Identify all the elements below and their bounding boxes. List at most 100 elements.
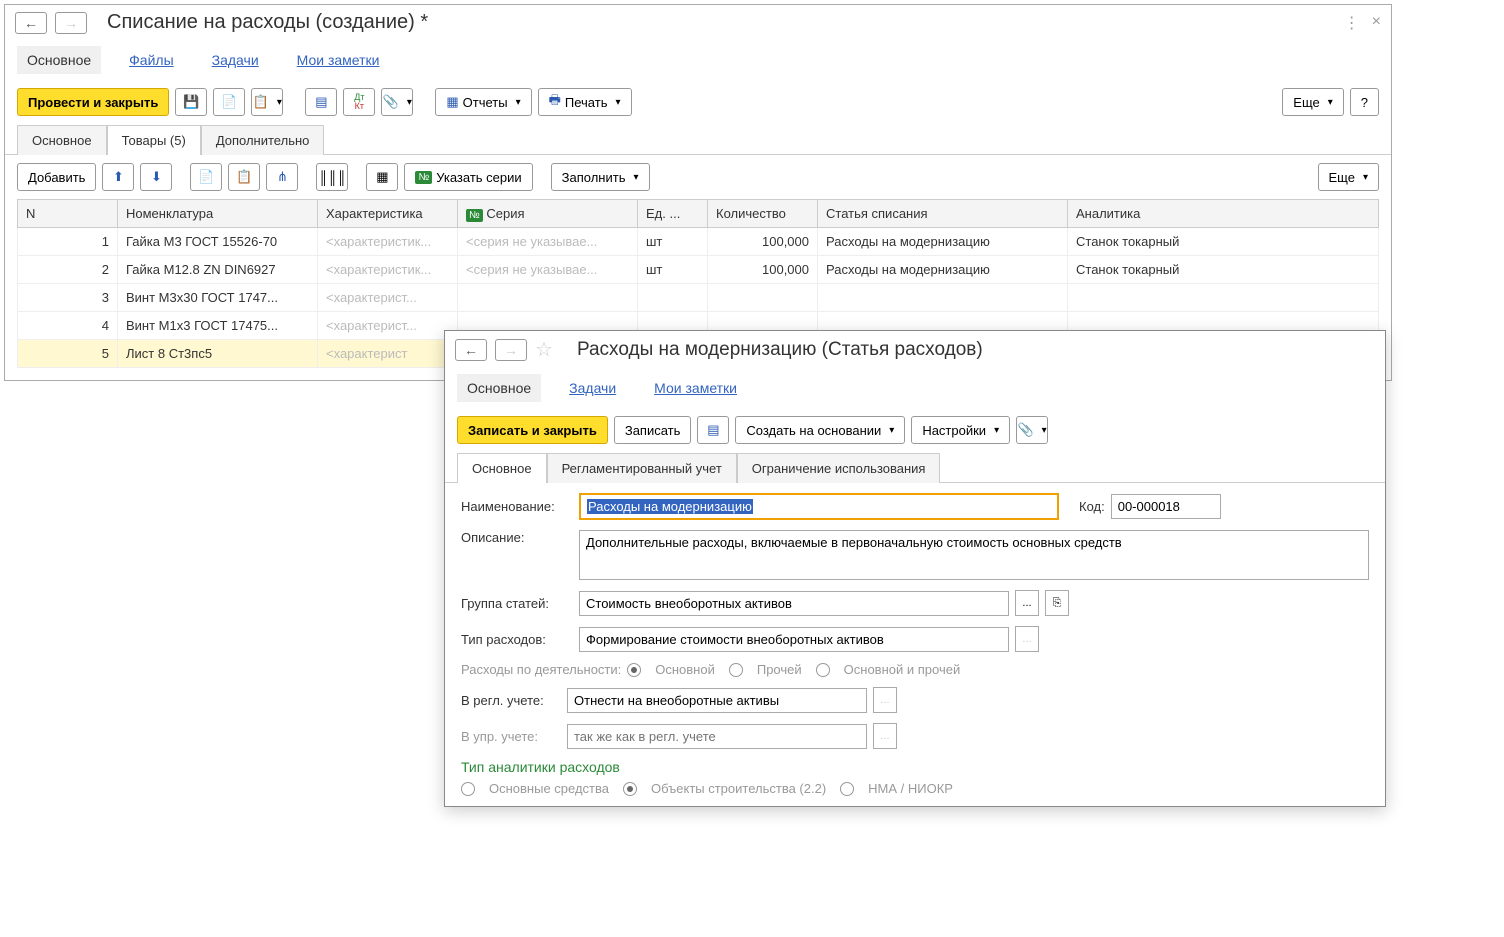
subtab-main[interactable]: Основное <box>17 125 107 155</box>
more-button[interactable]: Еще <box>1282 88 1343 116</box>
paste-button[interactable]: 📋 <box>228 163 260 191</box>
copy-icon: 📄 <box>198 169 214 185</box>
col-article[interactable]: Статья списания <box>818 200 1068 228</box>
dtkt-icon: ДтКт <box>354 93 364 111</box>
radio-analytics-obj <box>623 782 637 796</box>
tab-notes[interactable]: Мои заметки <box>287 46 390 74</box>
kebab-icon[interactable]: ⋮ <box>1344 13 1360 33</box>
dialog-tab-main[interactable]: Основное <box>457 374 541 402</box>
dialog-subtab-main[interactable]: Основное <box>457 453 547 483</box>
dialog-back-button[interactable]: ← <box>455 339 487 361</box>
col-nomen[interactable]: Номенклатура <box>118 200 318 228</box>
col-n[interactable]: N <box>18 200 118 228</box>
radio-activity-other <box>729 663 743 677</box>
group-input[interactable] <box>579 591 1009 616</box>
save-button[interactable]: 💾 <box>175 88 207 116</box>
table-row[interactable]: 2 Гайка М12.8 ZN DIN6927 <характеристик.… <box>18 256 1379 284</box>
tab-tasks[interactable]: Задачи <box>202 46 269 74</box>
main-window: ← → Списание на расходы (создание) * ⋮ ×… <box>4 4 1392 381</box>
label-upr: В упр. учете: <box>461 729 561 744</box>
star-icon[interactable]: ☆ <box>535 337 553 362</box>
subtab-goods[interactable]: Товары (5) <box>107 125 201 155</box>
radio-analytics-os <box>461 782 475 796</box>
tab-main[interactable]: Основное <box>17 46 101 74</box>
help-button[interactable]: ? <box>1350 88 1379 116</box>
fill-button[interactable]: Заполнить <box>551 163 650 191</box>
analytics-section-title: Тип аналитики расходов <box>461 759 1369 775</box>
paste-icon: 📋 <box>236 169 252 185</box>
table-header-row: N Номенклатура Характеристика № Серия Ед… <box>18 200 1379 228</box>
post-button[interactable]: 📄 <box>213 88 245 116</box>
label-regl: В регл. учете: <box>461 693 561 708</box>
move-up-button[interactable]: ⬆ <box>102 163 134 191</box>
add-button[interactable]: Добавить <box>17 163 96 191</box>
sub-tabs: Основное Товары (5) Дополнительно <box>5 124 1391 155</box>
back-button[interactable]: ← <box>15 12 47 34</box>
group-open-button[interactable]: ⎘ <box>1045 590 1069 616</box>
label-group: Группа статей: <box>461 596 573 611</box>
col-series[interactable]: № Серия <box>458 200 638 228</box>
arrow-up-icon: ⬆ <box>113 169 124 185</box>
label-desc: Описание: <box>461 530 573 545</box>
post-close-button[interactable]: Провести и закрыть <box>17 88 169 116</box>
reports-button[interactable]: Отчеты <box>435 88 531 116</box>
list-icon: ▤ <box>315 94 327 110</box>
dialog-tab-notes[interactable]: Мои заметки <box>644 374 747 402</box>
dialog-subtab-restrict[interactable]: Ограничение использования <box>737 453 941 483</box>
col-analytics[interactable]: Аналитика <box>1068 200 1379 228</box>
col-unit[interactable]: Ед. ... <box>638 200 708 228</box>
attach-icon: 📎 <box>383 94 399 110</box>
dialog-link-tabs: Основное Задачи Мои заметки <box>445 368 1385 408</box>
report-icon <box>446 94 458 110</box>
dtkt-button[interactable]: ДтКт <box>343 88 375 116</box>
type-input[interactable] <box>579 627 1009 652</box>
name-input[interactable]: Расходы на модернизацию <box>579 493 1059 520</box>
table-more-button[interactable]: Еще <box>1318 163 1379 191</box>
subtab-extra[interactable]: Дополнительно <box>201 125 325 155</box>
table-row[interactable]: 1 Гайка М3 ГОСТ 15526-70 <характеристик.… <box>18 228 1379 256</box>
type-select-button[interactable]: ... <box>1015 626 1039 652</box>
code-input[interactable] <box>1111 494 1221 519</box>
radio-activity-main <box>627 663 641 677</box>
dialog-subtab-regl[interactable]: Регламентированный учет <box>547 453 737 483</box>
col-qty[interactable]: Количество <box>708 200 818 228</box>
dialog-structure-button[interactable]: ▤ <box>697 416 729 444</box>
radio-analytics-nma <box>840 782 854 796</box>
analytics-radios: Основные средства Объекты строительства … <box>461 781 1369 796</box>
list-icon: ▤ <box>707 422 719 438</box>
post-icon: 📄 <box>221 94 237 110</box>
form-button[interactable]: ▦ <box>366 163 398 191</box>
group-select-button[interactable]: ... <box>1015 590 1039 616</box>
move-down-button[interactable]: ⬇ <box>140 163 172 191</box>
upr-select-button[interactable]: ... <box>873 723 897 749</box>
save-close-button[interactable]: Записать и закрыть <box>457 416 608 444</box>
table-row[interactable]: 3 Винт М3х30 ГОСТ 1747... <характерист..… <box>18 284 1379 312</box>
dialog-tab-tasks[interactable]: Задачи <box>559 374 626 402</box>
label-code: Код: <box>1079 499 1105 514</box>
label-activity: Расходы по деятельности: <box>461 662 621 677</box>
upr-input[interactable] <box>567 724 867 749</box>
barcode-button[interactable]: ║║║ <box>316 163 348 191</box>
forward-button[interactable]: → <box>55 12 87 34</box>
save-only-button[interactable]: Записать <box>614 416 692 444</box>
based-on-button[interactable]: 📋 <box>251 88 283 116</box>
dialog-forward-button[interactable]: → <box>495 339 527 361</box>
settings-button[interactable]: Настройки <box>911 416 1010 444</box>
radio-activity-both <box>816 663 830 677</box>
barcode-icon: ║║║ <box>319 170 347 185</box>
share-button[interactable]: ⋔ <box>266 163 298 191</box>
series-button[interactable]: № Указать серии <box>404 163 532 191</box>
close-icon[interactable]: × <box>1372 13 1381 33</box>
create-based-button[interactable]: Создать на основании <box>735 416 905 444</box>
copy-button[interactable]: 📄 <box>190 163 222 191</box>
structure-button[interactable]: ▤ <box>305 88 337 116</box>
attach-button[interactable]: 📎 <box>381 88 413 116</box>
dialog-attach-button[interactable]: 📎 <box>1016 416 1048 444</box>
print-button[interactable]: Печать <box>538 88 632 116</box>
save-icon: 💾 <box>183 94 199 110</box>
regl-select-button[interactable]: ... <box>873 687 897 713</box>
col-char[interactable]: Характеристика <box>318 200 458 228</box>
tab-files[interactable]: Файлы <box>119 46 183 74</box>
regl-input[interactable] <box>567 688 867 713</box>
desc-input[interactable]: Дополнительные расходы, включаемые в пер… <box>579 530 1369 580</box>
